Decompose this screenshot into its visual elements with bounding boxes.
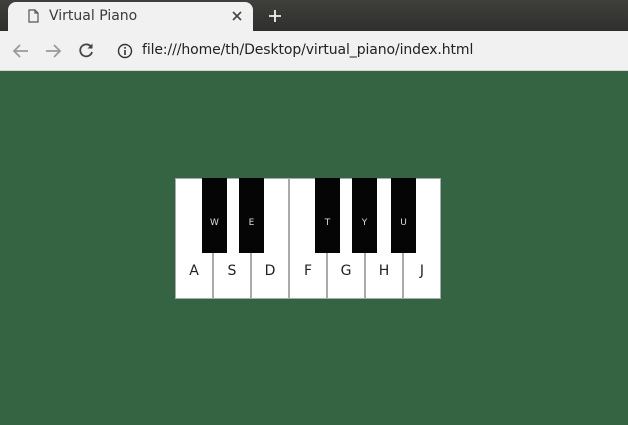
black-key-y[interactable]: Y: [352, 178, 377, 253]
close-icon[interactable]: [229, 8, 245, 24]
reload-icon[interactable]: [75, 40, 97, 62]
key-label: T: [324, 218, 331, 228]
key-label: S: [227, 263, 237, 279]
plus-icon[interactable]: [265, 6, 285, 26]
black-key-t[interactable]: T: [315, 178, 340, 253]
tab-bar: Virtual Piano: [0, 0, 628, 31]
key-label: Y: [361, 218, 368, 228]
key-label: W: [210, 218, 219, 228]
key-label: F: [303, 263, 313, 279]
tab-title: Virtual Piano: [49, 8, 138, 24]
key-label: J: [419, 263, 425, 279]
back-arrow-icon[interactable]: [10, 40, 32, 62]
key-label: E: [248, 218, 255, 228]
black-key-u[interactable]: U: [391, 178, 416, 253]
key-label: D: [264, 263, 276, 279]
key-label: H: [378, 263, 390, 279]
url-bar[interactable]: file:///home/th/Desktop/virtual_piano/in…: [142, 42, 473, 58]
browser-tab[interactable]: Virtual Piano: [8, 2, 253, 31]
key-label: G: [340, 263, 352, 279]
black-key-e[interactable]: E: [239, 178, 264, 253]
key-label: A: [189, 263, 199, 279]
page-icon: [28, 9, 39, 23]
black-key-w[interactable]: W: [202, 178, 227, 253]
key-label: U: [400, 218, 407, 228]
info-icon[interactable]: [117, 43, 133, 59]
forward-arrow-icon[interactable]: [42, 40, 64, 62]
toolbar: file:///home/th/Desktop/virtual_piano/in…: [0, 31, 628, 71]
piano: A S D F G H J W E T Y U: [175, 178, 441, 299]
